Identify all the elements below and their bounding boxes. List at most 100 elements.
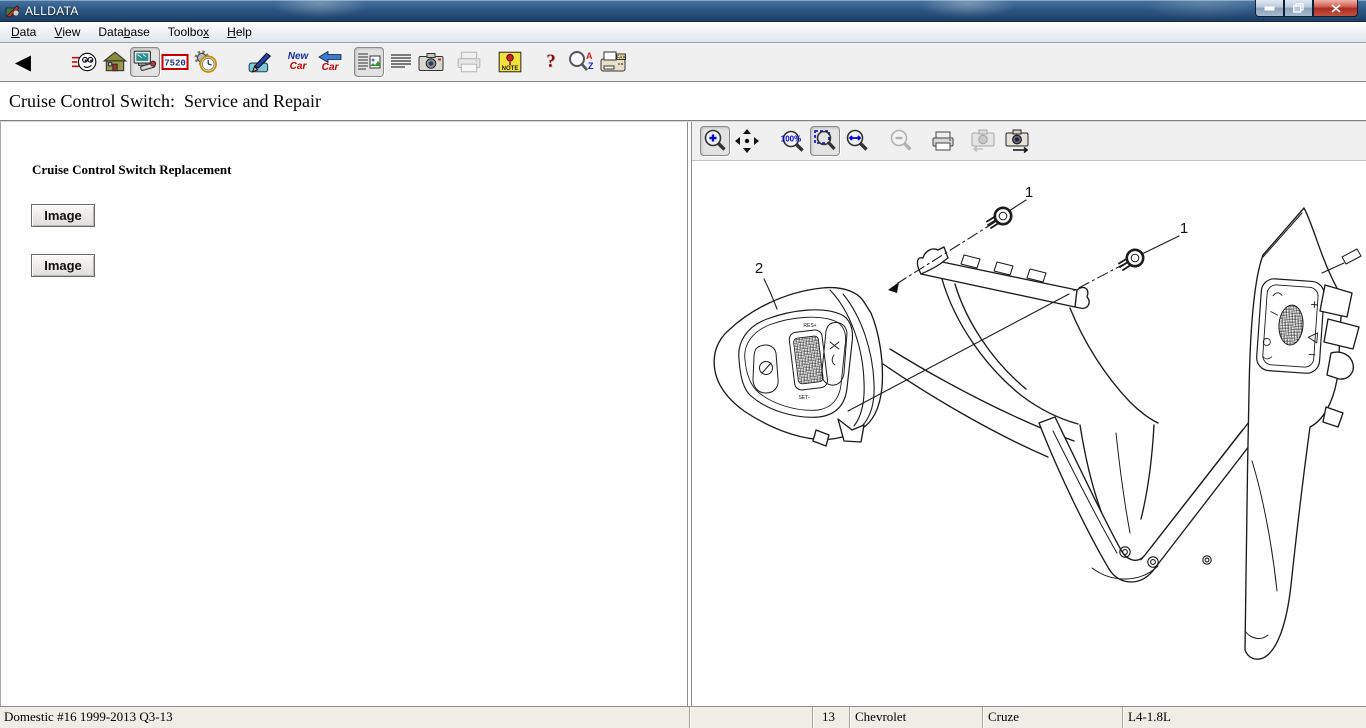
- status-engine: L4-1.8L: [1123, 707, 1366, 728]
- code-7520-icon: 7520: [161, 50, 189, 74]
- status-empty-cell: [690, 707, 813, 728]
- menubar: Data View Database Toolbox Help: [0, 22, 1366, 43]
- back-arrow-icon: ◀: [15, 52, 31, 73]
- home-button[interactable]: [100, 47, 130, 77]
- menu-database[interactable]: Database: [89, 22, 158, 42]
- gear-clock-icon: [192, 49, 218, 75]
- exploded-view-diagram: RES+ SET-: [692, 161, 1366, 706]
- menu-view[interactable]: View: [45, 22, 89, 42]
- question-mark-icon: ?: [546, 51, 556, 73]
- home-icon: [102, 49, 128, 75]
- notes-editor-button[interactable]: [245, 47, 275, 77]
- lower-bezel: [1039, 417, 1263, 582]
- svg-text:7520: 7520: [164, 59, 186, 69]
- minimize-icon: [1264, 6, 1275, 11]
- new-car-icon: New Car: [288, 52, 309, 72]
- zoom-100-icon: 100%: [779, 128, 807, 154]
- restore-icon: [1293, 3, 1304, 13]
- help-button[interactable]: ?: [536, 47, 566, 77]
- previous-image-button[interactable]: [968, 126, 998, 156]
- window-controls: [1255, 0, 1358, 17]
- article-panel: Cruise Control Switch Replacement Image …: [0, 122, 688, 706]
- close-button[interactable]: [1313, 0, 1358, 17]
- procedure-heading: Cruise Control Switch Replacement: [32, 162, 687, 178]
- svg-text:100%: 100%: [781, 135, 801, 144]
- diagram-viewport[interactable]: RES+ SET-: [692, 161, 1366, 706]
- status-make: Chevrolet: [850, 707, 983, 728]
- print-image-button[interactable]: [928, 126, 958, 156]
- mounting-bracket: [917, 247, 1089, 308]
- fit-width-button[interactable]: [842, 126, 872, 156]
- minimize-button[interactable]: [1255, 0, 1284, 17]
- previous-car-button[interactable]: Car: [315, 47, 345, 77]
- search-button[interactable]: A Z: [566, 47, 596, 77]
- window-title: ALLDATA: [25, 4, 79, 18]
- close-icon: [1331, 4, 1341, 13]
- pan-button[interactable]: [732, 126, 762, 156]
- zoom-in-icon: [702, 128, 728, 154]
- note-pushpin-icon: NOTE: [497, 49, 523, 75]
- note-button[interactable]: NOTE: [495, 47, 525, 77]
- image-toolbar: 100%: [692, 122, 1366, 161]
- labor-times-button[interactable]: [190, 47, 220, 77]
- svg-text:NOTE: NOTE: [502, 66, 519, 72]
- image-viewer-panel: 100%: [691, 122, 1366, 706]
- fax-button[interactable]: FAX: [598, 47, 628, 77]
- camera-icon: [417, 50, 445, 74]
- repair-info-button[interactable]: [130, 47, 160, 77]
- alldata-window: ALLDATA Data View Database: [0, 0, 1366, 728]
- svg-text:A: A: [586, 51, 593, 61]
- next-image-icon: [1003, 128, 1031, 154]
- callout-2: 2: [755, 260, 763, 277]
- text-only-button[interactable]: [386, 47, 416, 77]
- menu-help[interactable]: Help: [218, 22, 261, 42]
- images-button[interactable]: [416, 47, 446, 77]
- back-button[interactable]: ◀: [8, 47, 38, 77]
- screw-right: [1119, 250, 1143, 270]
- printer-icon: [931, 130, 955, 152]
- menu-toolbox[interactable]: Toolbox: [159, 22, 218, 42]
- app-icon: [5, 4, 20, 18]
- svg-text:FAX: FAX: [617, 55, 627, 60]
- zoom-out-button[interactable]: [886, 126, 916, 156]
- zoom-100-button[interactable]: 100%: [778, 126, 808, 156]
- fit-width-icon: [844, 128, 870, 154]
- content-area: Cruise Control Switch Replacement Image …: [0, 121, 1366, 706]
- speedy-home-button[interactable]: [70, 47, 100, 77]
- previous-car-icon: Car: [318, 51, 342, 73]
- pan-icon: [734, 128, 760, 154]
- fit-window-icon: [812, 128, 838, 154]
- left-switch-pod: [714, 288, 882, 446]
- statusbar: Domestic #16 1999-2013 Q3-13 13 Chevrole…: [0, 706, 1366, 728]
- speedy-face-icon: [72, 49, 98, 75]
- titlebar: ALLDATA: [0, 0, 1366, 22]
- res-plus-label: RES+: [803, 323, 816, 329]
- restore-button[interactable]: [1284, 0, 1313, 17]
- fax-icon: FAX: [599, 50, 627, 74]
- main-toolbar: ◀: [0, 43, 1366, 82]
- image-button-2[interactable]: Image: [31, 254, 95, 277]
- menu-data[interactable]: Data: [2, 22, 45, 42]
- set-minus-label: SET-: [798, 395, 809, 401]
- text-lines-icon: [389, 50, 413, 74]
- zoom-out-icon: [888, 128, 914, 154]
- status-year: 13: [813, 707, 850, 728]
- article-title: Cruise Control Switch: Service and Repai…: [0, 82, 1366, 121]
- new-car-button[interactable]: New Car: [283, 47, 313, 77]
- text-and-images-button[interactable]: [354, 47, 384, 77]
- monitor-tools-icon: [132, 49, 158, 75]
- fit-window-button[interactable]: [810, 126, 840, 156]
- pen-pad-icon: [247, 49, 273, 75]
- previous-image-icon: [969, 128, 997, 154]
- print-button[interactable]: [454, 47, 484, 77]
- image-button-1[interactable]: Image: [31, 204, 95, 227]
- next-image-button[interactable]: [1002, 126, 1032, 156]
- status-model: Cruze: [983, 707, 1123, 728]
- search-az-icon: A Z: [567, 49, 595, 75]
- right-switch-pod: [1245, 208, 1361, 659]
- callout-1-right: 1: [1180, 220, 1188, 237]
- svg-text:Z: Z: [588, 61, 594, 71]
- steering-column-trim: [883, 279, 1158, 533]
- labor-codes-button[interactable]: 7520: [160, 47, 190, 77]
- zoom-in-button[interactable]: [700, 126, 730, 156]
